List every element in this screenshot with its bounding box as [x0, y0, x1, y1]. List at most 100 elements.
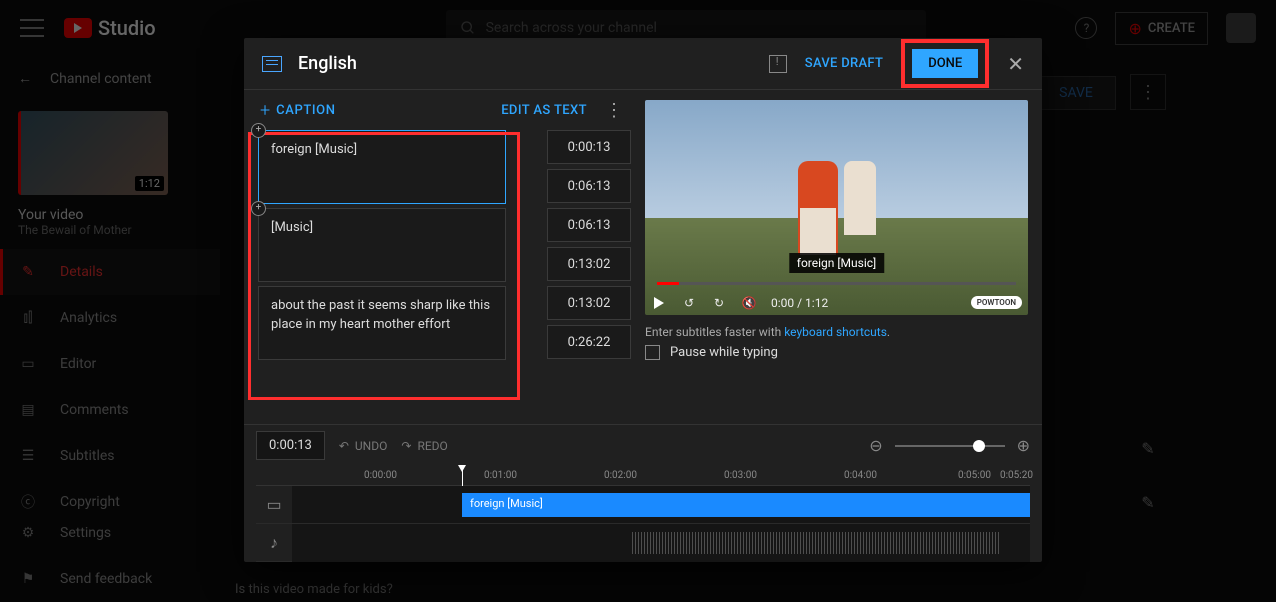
add-caption-button[interactable]: CAPTION: [276, 103, 335, 118]
waveform: [632, 532, 1000, 554]
modal-title: English: [298, 53, 357, 74]
plus-icon: ⊕: [1128, 19, 1141, 38]
sidebar-item-label: Subtitles: [60, 448, 115, 464]
redo-icon: ↷: [401, 439, 411, 453]
logo[interactable]: Studio: [64, 16, 156, 40]
done-button[interactable]: DONE: [912, 49, 978, 78]
redo-button[interactable]: ↷ REDO: [401, 439, 447, 453]
undo-icon: ↶: [339, 439, 349, 453]
audio-track[interactable]: [292, 524, 1030, 562]
caption-track[interactable]: foreign [Music]: [292, 486, 1030, 524]
insert-caption-icon[interactable]: +: [251, 123, 266, 138]
bg-edit-icon-1[interactable]: ✎: [1130, 430, 1166, 466]
caption-text: about the past it seems sharp like this …: [271, 298, 490, 332]
audio-track-icon[interactable]: ♪: [256, 524, 292, 562]
caption-text-input[interactable]: + [Music]: [258, 208, 506, 282]
create-button[interactable]: ⊕ CREATE: [1115, 12, 1208, 45]
insert-caption-icon[interactable]: +: [251, 201, 266, 216]
zoom-in-icon[interactable]: ⊕: [1017, 436, 1030, 455]
pause-checkbox[interactable]: [645, 345, 660, 360]
sidebar-item-label: Comments: [60, 402, 129, 418]
rewind-icon[interactable]: ↺: [681, 295, 697, 311]
save-draft-button[interactable]: SAVE DRAFT: [805, 56, 883, 71]
timeline-ruler[interactable]: 0:00:00 0:01:00 0:02:00 0:03:00 0:04:00 …: [256, 470, 1030, 486]
caption-text: foreign [Music]: [271, 142, 357, 157]
thumbnail-duration: 1:12: [135, 176, 164, 191]
caption-end-time[interactable]: 0:06:13: [547, 169, 631, 203]
caption-end-time[interactable]: 0:13:02: [547, 247, 631, 281]
back-button[interactable]: ← Channel content: [0, 56, 220, 101]
feedback-icon[interactable]: [769, 55, 787, 73]
time-display: 0:00 / 1:12: [771, 296, 828, 310]
caption-block[interactable]: foreign [Music]: [462, 493, 1030, 517]
analytics-icon: ⫾⫿: [18, 308, 38, 328]
timeline: 0:00:13 ↶ UNDO ↷ REDO ⊖ ⊕ 0:00:00 0:01:0…: [244, 424, 1042, 562]
sidebar-item-label: Analytics: [60, 310, 117, 326]
sidebar-item-editor[interactable]: ▭ Editor: [0, 341, 220, 387]
caption-text-input[interactable]: + foreign [Music]: [258, 130, 506, 204]
video-preview[interactable]: foreign [Music] ↺ ↻ 🔇 0:00 / 1:12 POWTOO…: [645, 100, 1028, 315]
keyboard-shortcuts-link[interactable]: keyboard shortcuts: [784, 325, 887, 339]
subtitles-icon: ☰: [18, 446, 38, 466]
youtube-play-icon: [64, 18, 92, 38]
your-video-label: Your video: [0, 201, 220, 223]
sidebar-item-settings[interactable]: ⚙ Settings: [0, 510, 220, 556]
caption-editor-column: + CAPTION EDIT AS TEXT ⋮ + foreign [Musi…: [244, 90, 639, 424]
zoom-out-icon[interactable]: ⊖: [869, 436, 882, 455]
create-label: CREATE: [1148, 21, 1195, 36]
caption-start-time[interactable]: 0:00:13: [547, 130, 631, 164]
forward-icon[interactable]: ↻: [711, 295, 727, 311]
menu-icon[interactable]: [20, 16, 44, 40]
play-icon[interactable]: [651, 295, 667, 311]
caption-start-time[interactable]: 0:13:02: [547, 286, 631, 320]
subtitle-editor-modal: English SAVE DRAFT DONE ✕ + CAPTION EDIT…: [244, 38, 1042, 562]
help-icon[interactable]: ?: [1075, 17, 1097, 39]
current-time[interactable]: 0:00:13: [256, 431, 325, 460]
undo-button[interactable]: ↶ UNDO: [339, 439, 388, 453]
sidebar-item-label: Send feedback: [60, 571, 152, 587]
sidebar-item-feedback[interactable]: ⚑ Send feedback: [0, 556, 220, 602]
video-thumbnail[interactable]: 1:12: [18, 111, 168, 195]
close-icon[interactable]: ✕: [1007, 52, 1024, 76]
bg-edit-icon-2[interactable]: ✎: [1130, 484, 1166, 520]
video-title: The Bewail of Mother: [0, 223, 220, 249]
caption-overlay: foreign [Music]: [789, 253, 884, 273]
bg-save-button[interactable]: SAVE: [1036, 76, 1116, 110]
pause-label: Pause while typing: [670, 345, 778, 360]
overflow-icon[interactable]: ⋮: [605, 100, 623, 121]
bg-overflow-button[interactable]: ⋮: [1130, 74, 1166, 110]
progress-bar[interactable]: [657, 282, 1016, 285]
comments-icon: ▤: [18, 400, 38, 420]
search-icon: [460, 20, 476, 36]
done-highlight: DONE: [901, 39, 989, 88]
caption-text: [Music]: [271, 220, 313, 235]
sidebar-item-analytics[interactable]: ⫾⫿ Analytics: [0, 295, 220, 341]
edit-as-text-button[interactable]: EDIT AS TEXT: [501, 103, 587, 118]
sidebar-item-label: Settings: [60, 525, 111, 541]
modal-header: English SAVE DRAFT DONE ✕: [244, 38, 1042, 90]
sidebar-item-details[interactable]: ✎ Details: [0, 249, 220, 295]
search-placeholder: Search across your channel: [486, 20, 657, 36]
editor-icon: ▭: [18, 354, 38, 374]
powtoon-badge: POWTOON: [971, 296, 1022, 309]
brand-text: Studio: [98, 16, 156, 40]
sidebar-item-subtitles[interactable]: ☰ Subtitles: [0, 433, 220, 479]
plus-icon[interactable]: +: [260, 100, 270, 121]
pencil-icon: ✎: [18, 262, 38, 282]
sidebar: ← Channel content 1:12 Your video The Be…: [0, 56, 220, 602]
avatar[interactable]: [1226, 13, 1256, 43]
sidebar-item-comments[interactable]: ▤ Comments: [0, 387, 220, 433]
gear-icon: ⚙: [18, 523, 38, 543]
volume-icon[interactable]: 🔇: [741, 295, 757, 311]
preview-column: foreign [Music] ↺ ↻ 🔇 0:00 / 1:12 POWTOO…: [639, 90, 1042, 424]
feedback-icon: ⚑: [18, 569, 38, 589]
caption-track-icon[interactable]: ▭: [256, 486, 292, 524]
sidebar-item-label: Copyright: [60, 494, 120, 510]
arrow-left-icon: ←: [18, 70, 32, 87]
caption-start-time[interactable]: 0:06:13: [547, 208, 631, 242]
back-label: Channel content: [50, 71, 152, 87]
caption-text-input[interactable]: about the past it seems sharp like this …: [258, 286, 506, 360]
caption-end-time[interactable]: 0:26:22: [547, 325, 631, 359]
zoom-slider[interactable]: [895, 445, 1005, 447]
sidebar-item-label: Details: [60, 264, 103, 280]
